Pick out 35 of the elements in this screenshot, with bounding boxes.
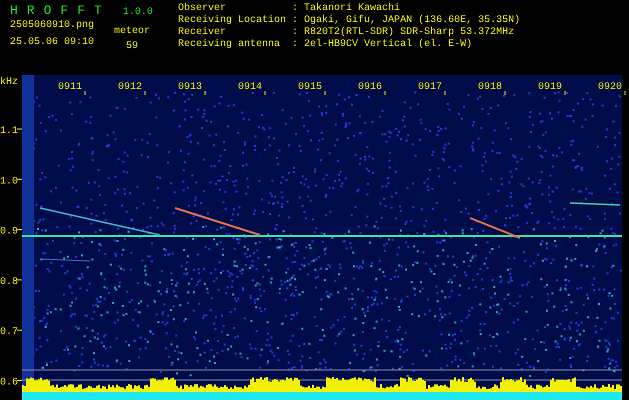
counter-label: meteor xyxy=(114,26,150,37)
separator: : xyxy=(292,15,298,27)
timestamp: 25.05.06 09:10 xyxy=(10,37,94,48)
info-label: Receiving antenna xyxy=(178,39,282,51)
info-value: R820T2(RTL-SDR) SDR-Sharp 53.372MHz xyxy=(304,27,516,38)
time-label: 0919 xyxy=(538,82,562,93)
time-label: 0911 xyxy=(58,82,82,93)
time-label: 0914 xyxy=(238,82,262,93)
info-label: Receiver xyxy=(178,27,228,38)
time-label: 0915 xyxy=(298,82,322,93)
info-value: Takanori Kawachi xyxy=(304,3,402,14)
time-label: 0920 xyxy=(598,82,622,93)
axis-label: 1.0 xyxy=(0,176,18,188)
axis-label: 1.1 xyxy=(0,126,18,137)
separator: : xyxy=(292,27,298,39)
counter-value: 59 xyxy=(126,41,138,52)
time-label: 0918 xyxy=(478,82,502,93)
time-label: 0917 xyxy=(418,82,442,93)
info-label: Observer xyxy=(178,3,228,14)
app-name: HROFFT xyxy=(10,3,111,18)
file-name: 2505060910.png xyxy=(10,20,94,31)
time-label: 0916 xyxy=(358,82,382,93)
unit-label: kHz xyxy=(0,77,18,88)
version-label: 1.0.0 xyxy=(122,7,153,18)
axis-label: 0.9 xyxy=(0,226,18,238)
separator: : xyxy=(292,39,298,51)
time-label: 0912 xyxy=(118,82,142,93)
info-label: Receiving Location xyxy=(178,15,286,26)
separator: : xyxy=(292,3,298,15)
info-value: Ogaki, Gifu, JAPAN (136.60E, 35.35N) xyxy=(304,15,520,26)
info-value: 2el-HB9CV Vertical (el. E-W) xyxy=(304,39,474,51)
axis-label: 0.6 xyxy=(0,378,18,388)
axis-label: 0.7 xyxy=(0,327,18,338)
time-label: 0913 xyxy=(178,82,202,93)
axis-label: 0.8 xyxy=(0,276,18,288)
